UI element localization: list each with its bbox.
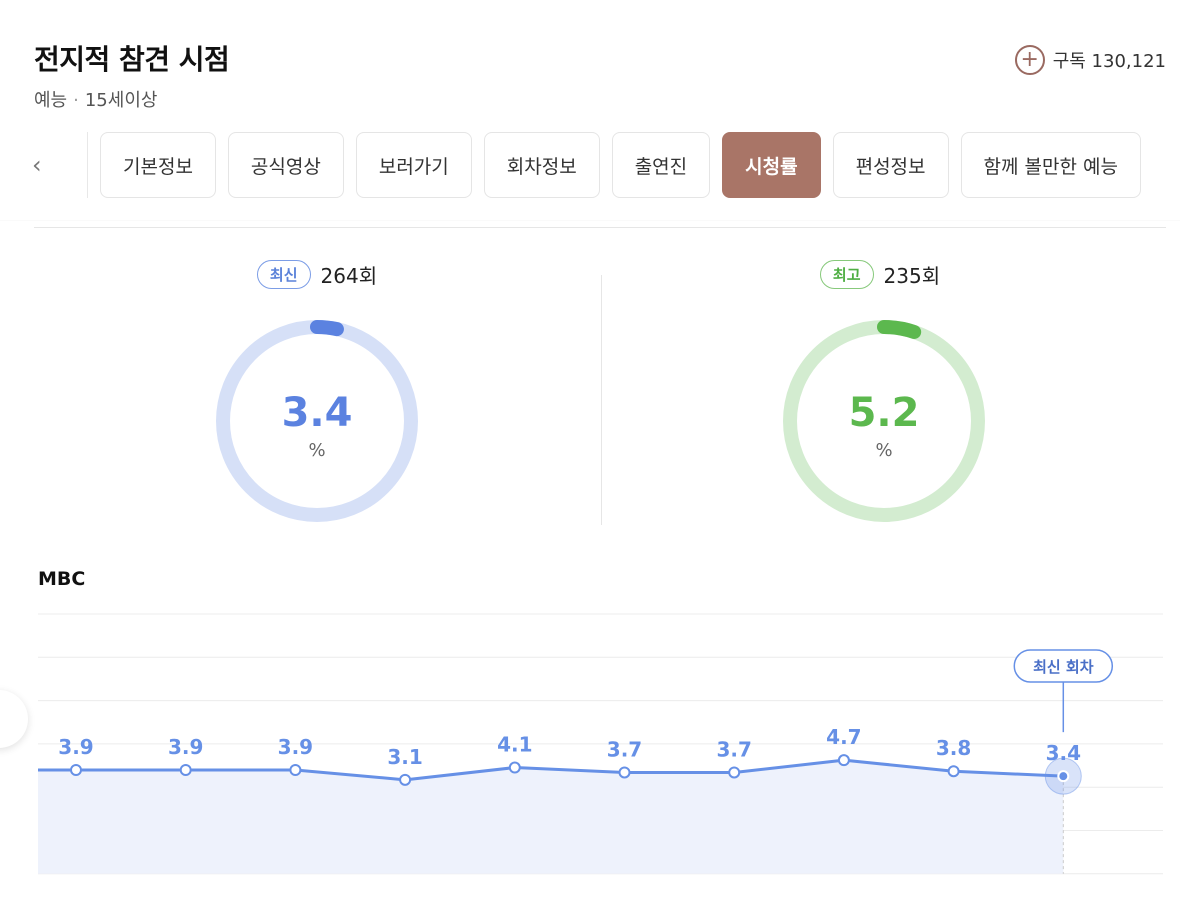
latest-badge: 최신: [256, 260, 311, 289]
best-rating-unit: %: [875, 440, 893, 461]
age-rating: 15세이상: [84, 90, 158, 111]
subscribe-button[interactable]: + 구독 130,121: [1014, 45, 1166, 75]
chart-data-point: [289, 764, 302, 776]
latest-gauge-fill: [310, 320, 344, 337]
page-title: 전지적 참견 시점: [34, 43, 230, 76]
best-gauge-fill: [877, 320, 922, 339]
genre-label: 예능: [34, 90, 68, 111]
tab-ratings[interactable]: 시청률: [722, 132, 821, 198]
chart-data-point: [728, 766, 741, 779]
best-episode: 235회: [883, 264, 941, 288]
chart-data-point: [179, 764, 192, 776]
chevron-left-icon: ‹: [32, 151, 42, 179]
tab-schedule[interactable]: 편성정보: [832, 132, 949, 198]
latest-rating-unit: %: [308, 440, 326, 461]
best-rating-value: 5.2: [848, 390, 920, 436]
chart-data-label: 3.4: [1046, 741, 1081, 765]
chart-data-label: 3.7: [716, 737, 751, 761]
tab-where-to-watch[interactable]: 보러가기: [355, 132, 472, 198]
latest-rating-stat: 최신 264회: [167, 260, 467, 289]
program-meta: 예능 · 15세이상: [34, 86, 157, 112]
chart-data-point: [947, 765, 960, 778]
chart-data-point: [1057, 770, 1070, 783]
chart-data-point: [508, 761, 521, 774]
chart-data-label: 3.9: [58, 735, 93, 759]
chart-data-label: 4.7: [826, 725, 861, 749]
ratings-line-chart: 3.9 3.9 3.9 3.1 4.1 3.7 3.7 4.7 3.8 3.4 최신 회차: [38, 613, 1163, 875]
subscribe-count: 구독 130,121: [1052, 51, 1166, 72]
chart-data-label: 3.9: [168, 735, 203, 759]
annotation-label: 최신 회차: [1033, 658, 1094, 676]
chart-data-point: [70, 764, 82, 776]
best-badge: 최고: [819, 260, 874, 289]
latest-rating-value: 3.4: [281, 390, 353, 436]
chart-data-label: 3.1: [387, 745, 422, 769]
tab-bar: ‹ 기본정보 공식영상 보러가기 회차정보 출연진 시청률 편성정보 함께 볼만…: [20, 132, 1170, 198]
chart-data-label: 3.7: [607, 737, 642, 761]
chart-data-point: [837, 754, 850, 767]
tab-scroll-left-button[interactable]: ‹: [20, 132, 88, 198]
chart-data-label: 4.1: [497, 733, 532, 757]
tab-recommended[interactable]: 함께 볼만한 예능: [960, 132, 1141, 198]
chart-data-point: [399, 773, 412, 786]
tab-episodes[interactable]: 회차정보: [483, 132, 600, 198]
chart-data-label: 3.8: [936, 736, 971, 760]
section-divider: [34, 227, 1166, 228]
best-rating-gauge: 5.2 %: [781, 318, 987, 524]
chart-area-fill: [38, 760, 1064, 874]
tab-basic-info[interactable]: 기본정보: [100, 132, 216, 198]
best-rating-stat: 최고 235회: [730, 260, 1030, 289]
tab-official-videos[interactable]: 공식영상: [227, 132, 344, 198]
tab-cast[interactable]: 출연진: [611, 132, 711, 198]
plus-icon: +: [1014, 45, 1045, 75]
chart-data-point: [618, 766, 631, 779]
meta-separator: ·: [73, 90, 79, 111]
program-header: 전지적 참견 시점 예능 · 15세이상 + 구독 130,121 ‹ 기본정보 공…: [0, 20, 1180, 220]
latest-episode: 264회: [320, 264, 378, 288]
latest-rating-gauge: 3.4 %: [214, 318, 420, 524]
stats-divider: [601, 275, 602, 525]
chart-data-label: 3.9: [278, 735, 313, 759]
chart-title: MBC: [38, 568, 86, 590]
